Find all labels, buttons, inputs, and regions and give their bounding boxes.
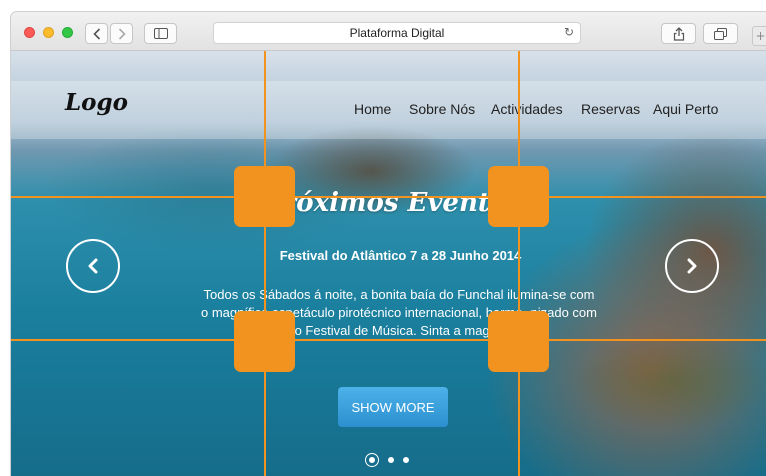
show-more-button[interactable]: SHOW MORE: [338, 387, 448, 427]
chevron-left-icon: [92, 27, 100, 40]
browser-toolbar: Plataforma Digital ↻ +: [11, 12, 766, 51]
share-icon: [673, 26, 684, 41]
guide-line-horizontal-bottom[interactable]: [11, 339, 766, 341]
guide-line-vertical-right[interactable]: [518, 51, 520, 476]
page-title: Plataforma Digital: [349, 26, 445, 40]
nav-link-aqui-perto[interactable]: Aqui Perto: [653, 101, 718, 117]
tab-overview-button[interactable]: [703, 23, 738, 44]
web-page: Logo Home Sobre Nós Actividades Reservas…: [11, 51, 766, 476]
site-logo[interactable]: Logo: [65, 89, 128, 116]
sidebar-toggle-button[interactable]: [144, 23, 177, 44]
nav-link-home[interactable]: Home: [354, 101, 391, 117]
guide-handle-bottom-left[interactable]: [234, 311, 295, 372]
carousel-dot-2[interactable]: [388, 457, 394, 463]
nav-link-sobre-nos[interactable]: Sobre Nós: [409, 101, 475, 117]
share-button[interactable]: [661, 23, 696, 44]
guide-handle-bottom-right[interactable]: [488, 311, 549, 372]
new-tab-button[interactable]: +: [752, 26, 766, 46]
guide-line-horizontal-top[interactable]: [11, 196, 766, 198]
guide-handle-top-left[interactable]: [234, 166, 295, 227]
nav-link-actividades[interactable]: Actividades: [491, 101, 563, 117]
tabs-icon: [714, 27, 727, 40]
carousel-prev-button[interactable]: [66, 239, 120, 293]
chevron-left-icon: [88, 258, 98, 274]
nav-link-reservas[interactable]: Reservas: [581, 101, 640, 117]
address-bar[interactable]: Plataforma Digital ↻: [213, 22, 581, 44]
minimize-window-button[interactable]: [43, 27, 54, 38]
guide-line-vertical-left[interactable]: [264, 51, 266, 476]
browser-window: Plataforma Digital ↻ + Logo Home Sobre N…: [11, 12, 766, 476]
hero-subtitle: Festival do Atlântico 7 a 28 Junho 2014: [279, 248, 522, 263]
zoom-window-button[interactable]: [62, 27, 73, 38]
carousel-indicators: [365, 453, 409, 467]
sidebar-icon: [153, 28, 168, 39]
chevron-right-icon: [118, 27, 126, 40]
close-window-button[interactable]: [24, 27, 35, 38]
carousel-dot-3[interactable]: [403, 457, 409, 463]
reload-icon[interactable]: ↻: [564, 25, 574, 39]
carousel-next-button[interactable]: [665, 239, 719, 293]
carousel-dot-1[interactable]: [365, 453, 379, 467]
hero-title: Próximos Eventos: [263, 188, 522, 218]
guide-handle-top-right[interactable]: [488, 166, 549, 227]
back-button[interactable]: [85, 23, 108, 44]
forward-button[interactable]: [110, 23, 133, 44]
chevron-right-icon: [687, 258, 697, 274]
